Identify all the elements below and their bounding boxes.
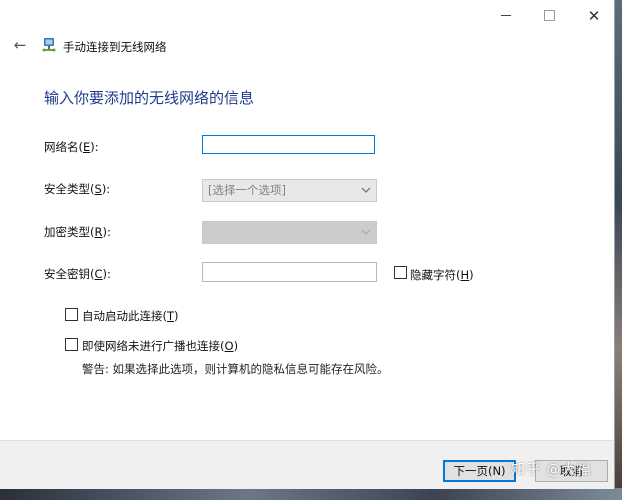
encryption-type-select[interactable]: [202, 221, 377, 244]
minimize-button[interactable]: [483, 0, 529, 31]
privacy-warning: 警告: 如果选择此选项，则计算机的隐私信息可能存在风险。: [82, 362, 389, 376]
label-text: ): [469, 268, 474, 282]
title-bar: ✕: [0, 0, 614, 31]
desktop-background-bottom: [0, 488, 622, 500]
desktop-background: [614, 0, 622, 500]
label-text: ): [174, 309, 179, 323]
hide-chars-label[interactable]: 隐藏字符(H): [410, 267, 474, 283]
auto-connect-checkbox[interactable]: [65, 308, 78, 321]
security-key-label: 安全密钥(C):: [44, 266, 111, 282]
page-heading: 输入你要添加的无线网络的信息: [44, 89, 255, 107]
auto-connect-label[interactable]: 自动启动此连接(T): [82, 308, 179, 324]
chevron-down-icon: [361, 180, 371, 209]
next-button[interactable]: 下一页(N): [443, 460, 516, 482]
label-text: ):: [90, 140, 99, 154]
chevron-down-icon: [361, 222, 371, 251]
minimize-icon: [501, 15, 511, 16]
maximize-button[interactable]: [526, 0, 572, 31]
dialog-header: ← 手动连接到无线网络: [0, 31, 614, 61]
label-text: ):: [101, 182, 111, 196]
network-icon: [41, 37, 57, 53]
network-name-label: 网络名(E):: [44, 139, 99, 155]
label-text: 隐藏字符(: [410, 268, 461, 282]
maximize-icon: [543, 10, 555, 21]
security-type-select[interactable]: [选择一个选项]: [202, 179, 377, 202]
arrow-left-icon[interactable]: ←: [11, 36, 29, 54]
close-icon: ✕: [587, 6, 601, 25]
connect-hidden-label[interactable]: 即使网络未进行广播也连接(O): [82, 338, 238, 354]
mnemonic-key: H: [460, 268, 470, 282]
mnemonic-key: O: [224, 339, 234, 353]
dialog-footer: 下一页(N) 取消: [0, 440, 614, 489]
mnemonic-key: S: [94, 182, 102, 196]
encryption-type-label: 加密类型(R):: [44, 224, 111, 240]
dialog-window: ✕ ← 手动连接到无线网络 输入你要添加的无线网络的信息 网络名(E): 安全类…: [0, 0, 615, 489]
label-text: ):: [102, 267, 111, 281]
label-text: ): [233, 339, 239, 353]
label-text: 安全类型(: [44, 182, 95, 196]
hide-chars-checkbox[interactable]: [394, 266, 407, 279]
security-key-input[interactable]: [202, 262, 377, 282]
security-type-label: 安全类型(S):: [44, 181, 110, 197]
mnemonic-key: T: [167, 309, 175, 323]
label-text: ):: [102, 225, 111, 239]
security-type-value: [选择一个选项]: [208, 183, 286, 197]
mnemonic-key: C: [94, 267, 103, 281]
label-text: 即使网络未进行广播也连接(: [82, 339, 225, 353]
label-text: 安全密钥(: [44, 267, 95, 281]
cancel-button[interactable]: 取消: [535, 460, 608, 482]
label-text: 加密类型(: [44, 225, 95, 239]
dialog-title: 手动连接到无线网络: [63, 40, 167, 54]
label-text: 网络名(: [44, 140, 83, 154]
label-text: 自动启动此连接(: [82, 309, 167, 323]
mnemonic-key: R: [94, 225, 103, 239]
connect-hidden-checkbox[interactable]: [65, 338, 78, 351]
close-button[interactable]: ✕: [571, 0, 617, 31]
network-name-input[interactable]: [202, 135, 375, 154]
